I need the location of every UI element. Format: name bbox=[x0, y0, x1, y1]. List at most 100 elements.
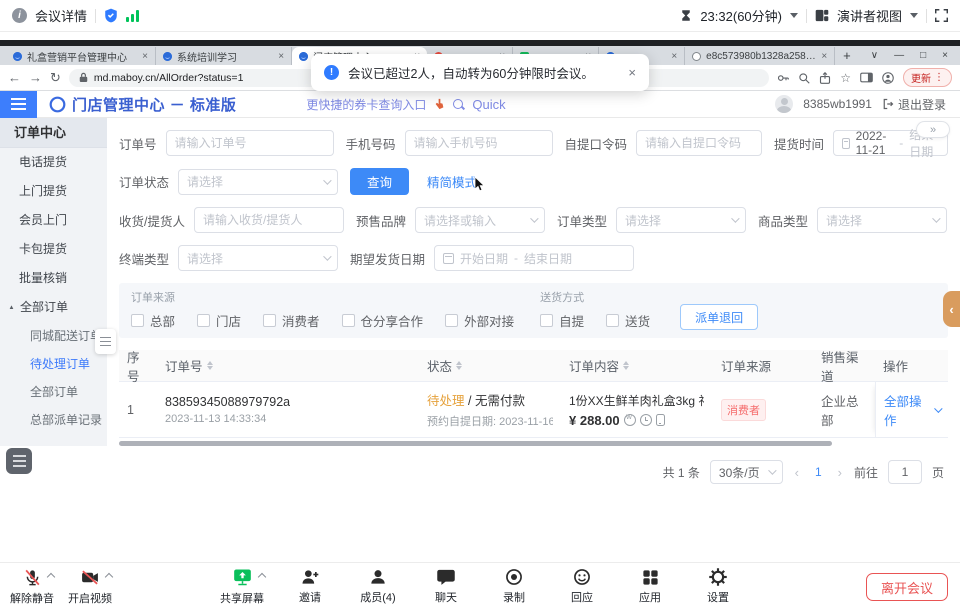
chevron-down-icon[interactable] bbox=[790, 13, 798, 18]
tab-close-icon[interactable]: × bbox=[821, 51, 827, 62]
sidebar-subitem-pending-orders[interactable]: 待处理订单 bbox=[0, 350, 107, 378]
share-icon[interactable] bbox=[819, 72, 831, 84]
unmute-button[interactable]: 解除静音 bbox=[10, 566, 54, 606]
reactions-button[interactable]: 回应 bbox=[560, 566, 604, 606]
all-actions-dropdown[interactable]: 全部操作 bbox=[884, 391, 940, 429]
pickup-code-input[interactable] bbox=[636, 130, 762, 156]
goto-page-input[interactable] bbox=[888, 460, 922, 484]
sidebar-item-member-visit[interactable]: 会员上门 bbox=[0, 206, 107, 235]
sort-icon[interactable] bbox=[207, 361, 213, 370]
apps-button[interactable]: 应用 bbox=[628, 566, 672, 606]
view-mode-label[interactable]: 演讲者视图 bbox=[837, 6, 902, 25]
sidebar-toggle-button[interactable] bbox=[0, 91, 37, 118]
sort-icon[interactable] bbox=[623, 361, 629, 370]
tab-close-icon[interactable]: × bbox=[671, 51, 677, 62]
col-content[interactable]: 订单内容 bbox=[561, 356, 713, 375]
quick-label[interactable]: Quick bbox=[472, 97, 505, 112]
sidebar-item-card-pickup[interactable]: 卡包提货 bbox=[0, 235, 107, 264]
chevron-up-icon[interactable] bbox=[46, 573, 54, 581]
chrome-update-button[interactable]: 更新 ⋮ bbox=[903, 68, 952, 87]
order-type-select[interactable]: 请选择 bbox=[616, 207, 746, 233]
checkbox-icon[interactable] bbox=[263, 314, 276, 327]
sidebar-item-all-orders[interactable]: ▲ 全部订单 bbox=[0, 293, 107, 322]
security-shield-icon[interactable] bbox=[104, 8, 118, 23]
checkbox-store[interactable]: 门店 bbox=[197, 311, 241, 330]
profile-avatar-icon[interactable] bbox=[882, 72, 894, 84]
chevron-down-icon[interactable] bbox=[910, 13, 918, 18]
menu-dots-icon[interactable]: ⋮ bbox=[934, 72, 944, 83]
checkbox-self-pickup[interactable]: 自提 bbox=[540, 311, 584, 330]
settings-button[interactable]: 设置 bbox=[696, 566, 740, 606]
checkbox-delivery[interactable]: 送货 bbox=[606, 311, 650, 330]
next-page-button[interactable]: › bbox=[836, 465, 844, 480]
key-icon[interactable] bbox=[777, 72, 789, 84]
tab-close-icon[interactable]: × bbox=[142, 51, 148, 62]
chat-button[interactable]: 聊天 bbox=[424, 566, 468, 606]
network-signal-icon[interactable] bbox=[126, 10, 139, 22]
fullscreen-icon[interactable] bbox=[935, 9, 948, 22]
order-no-input[interactable] bbox=[166, 130, 334, 156]
pickup-start-date[interactable]: 2022-11-21 bbox=[856, 129, 894, 157]
col-order-no[interactable]: 订单号 bbox=[157, 356, 419, 375]
filter-expand-button[interactable]: » bbox=[916, 121, 950, 138]
order-status-select[interactable]: 请选择 bbox=[178, 169, 338, 195]
leave-meeting-button[interactable]: 离开会议 bbox=[866, 573, 948, 601]
expect-ship-date-range[interactable]: 开始日期 - 结束日期 bbox=[434, 245, 634, 271]
tab-close-icon[interactable]: × bbox=[278, 51, 284, 62]
sidebar-item-phone-pickup[interactable]: 电话提货 bbox=[0, 148, 107, 177]
logout-button[interactable]: 退出登录 bbox=[882, 96, 946, 113]
sidebar-subitem-all-orders[interactable]: 全部订单 bbox=[0, 378, 107, 406]
horizontal-scrollbar[interactable] bbox=[119, 441, 832, 446]
current-page[interactable]: 1 bbox=[811, 465, 826, 479]
checkbox-icon[interactable] bbox=[197, 314, 210, 327]
quick-search-icon[interactable] bbox=[453, 99, 464, 110]
bookmark-star-icon[interactable]: ☆ bbox=[840, 71, 851, 85]
maximize-icon[interactable]: □ bbox=[920, 50, 926, 61]
record-button[interactable]: 录制 bbox=[492, 566, 536, 606]
checkbox-icon[interactable] bbox=[606, 314, 619, 327]
checkbox-icon[interactable] bbox=[131, 314, 144, 327]
browser-tab[interactable]: 礼盒营销平台管理中心 × bbox=[6, 47, 156, 65]
page-size-select[interactable]: 30条/页 bbox=[710, 460, 783, 484]
minimize-icon[interactable]: — bbox=[894, 50, 904, 61]
chevron-up-icon[interactable] bbox=[105, 573, 113, 581]
meeting-details-label[interactable]: 会议详情 bbox=[35, 6, 87, 25]
sort-icon[interactable] bbox=[456, 361, 462, 370]
search-button[interactable]: 查询 bbox=[350, 168, 409, 195]
sidebar-drag-handle[interactable] bbox=[95, 329, 116, 354]
checkbox-external[interactable]: 外部对接 bbox=[445, 311, 514, 330]
checkbox-consumer[interactable]: 消费者 bbox=[263, 311, 320, 330]
invite-button[interactable]: 邀请 bbox=[288, 566, 332, 606]
share-screen-button[interactable]: 共享屏幕 bbox=[220, 566, 264, 606]
prev-page-button[interactable]: ‹ bbox=[793, 465, 801, 480]
new-tab-button[interactable]: + bbox=[835, 48, 859, 63]
ship-end-date[interactable]: 结束日期 bbox=[524, 250, 572, 267]
presale-brand-select[interactable]: 请选择或输入 bbox=[415, 207, 545, 233]
sidebar-subitem-city-delivery[interactable]: 同城配送订单 bbox=[0, 322, 107, 350]
phone-input[interactable] bbox=[405, 130, 553, 156]
ship-start-date[interactable]: 开始日期 bbox=[460, 250, 508, 267]
reload-icon[interactable]: ↻ bbox=[50, 70, 61, 86]
side-drawer-handle[interactable]: ‹ bbox=[943, 291, 960, 327]
browser-tab[interactable]: 系统培训学习 × bbox=[156, 47, 292, 65]
close-icon[interactable]: × bbox=[942, 50, 948, 61]
receiver-input[interactable] bbox=[194, 207, 344, 233]
col-status[interactable]: 状态 bbox=[419, 356, 561, 375]
members-button[interactable]: 成员(4) bbox=[356, 566, 400, 606]
forward-icon[interactable]: → bbox=[29, 70, 42, 85]
terminal-type-select[interactable]: 请选择 bbox=[178, 245, 338, 271]
quick-menu-fab[interactable] bbox=[6, 448, 32, 474]
back-icon[interactable]: ← bbox=[8, 70, 21, 85]
sidebar-subitem-hq-dispatch-records[interactable]: 总部派单记录 bbox=[0, 406, 107, 434]
coupon-query-link[interactable]: 更快捷的券卡查询入口 bbox=[306, 96, 426, 113]
simple-mode-link[interactable]: 精简模式 bbox=[427, 172, 477, 191]
checkbox-warehouse-coop[interactable]: 仓分享合作 bbox=[342, 311, 424, 330]
toast-close-icon[interactable]: × bbox=[628, 65, 636, 80]
checkbox-icon[interactable] bbox=[342, 314, 355, 327]
meeting-info-icon[interactable]: i bbox=[12, 8, 27, 23]
zoom-icon[interactable] bbox=[798, 72, 810, 84]
side-panel-icon[interactable] bbox=[860, 72, 873, 83]
checkbox-hq[interactable]: 总部 bbox=[131, 311, 175, 330]
profile-chevron-icon[interactable]: ∨ bbox=[871, 50, 878, 61]
order-no-value[interactable]: 83859345088979792a bbox=[165, 395, 290, 409]
